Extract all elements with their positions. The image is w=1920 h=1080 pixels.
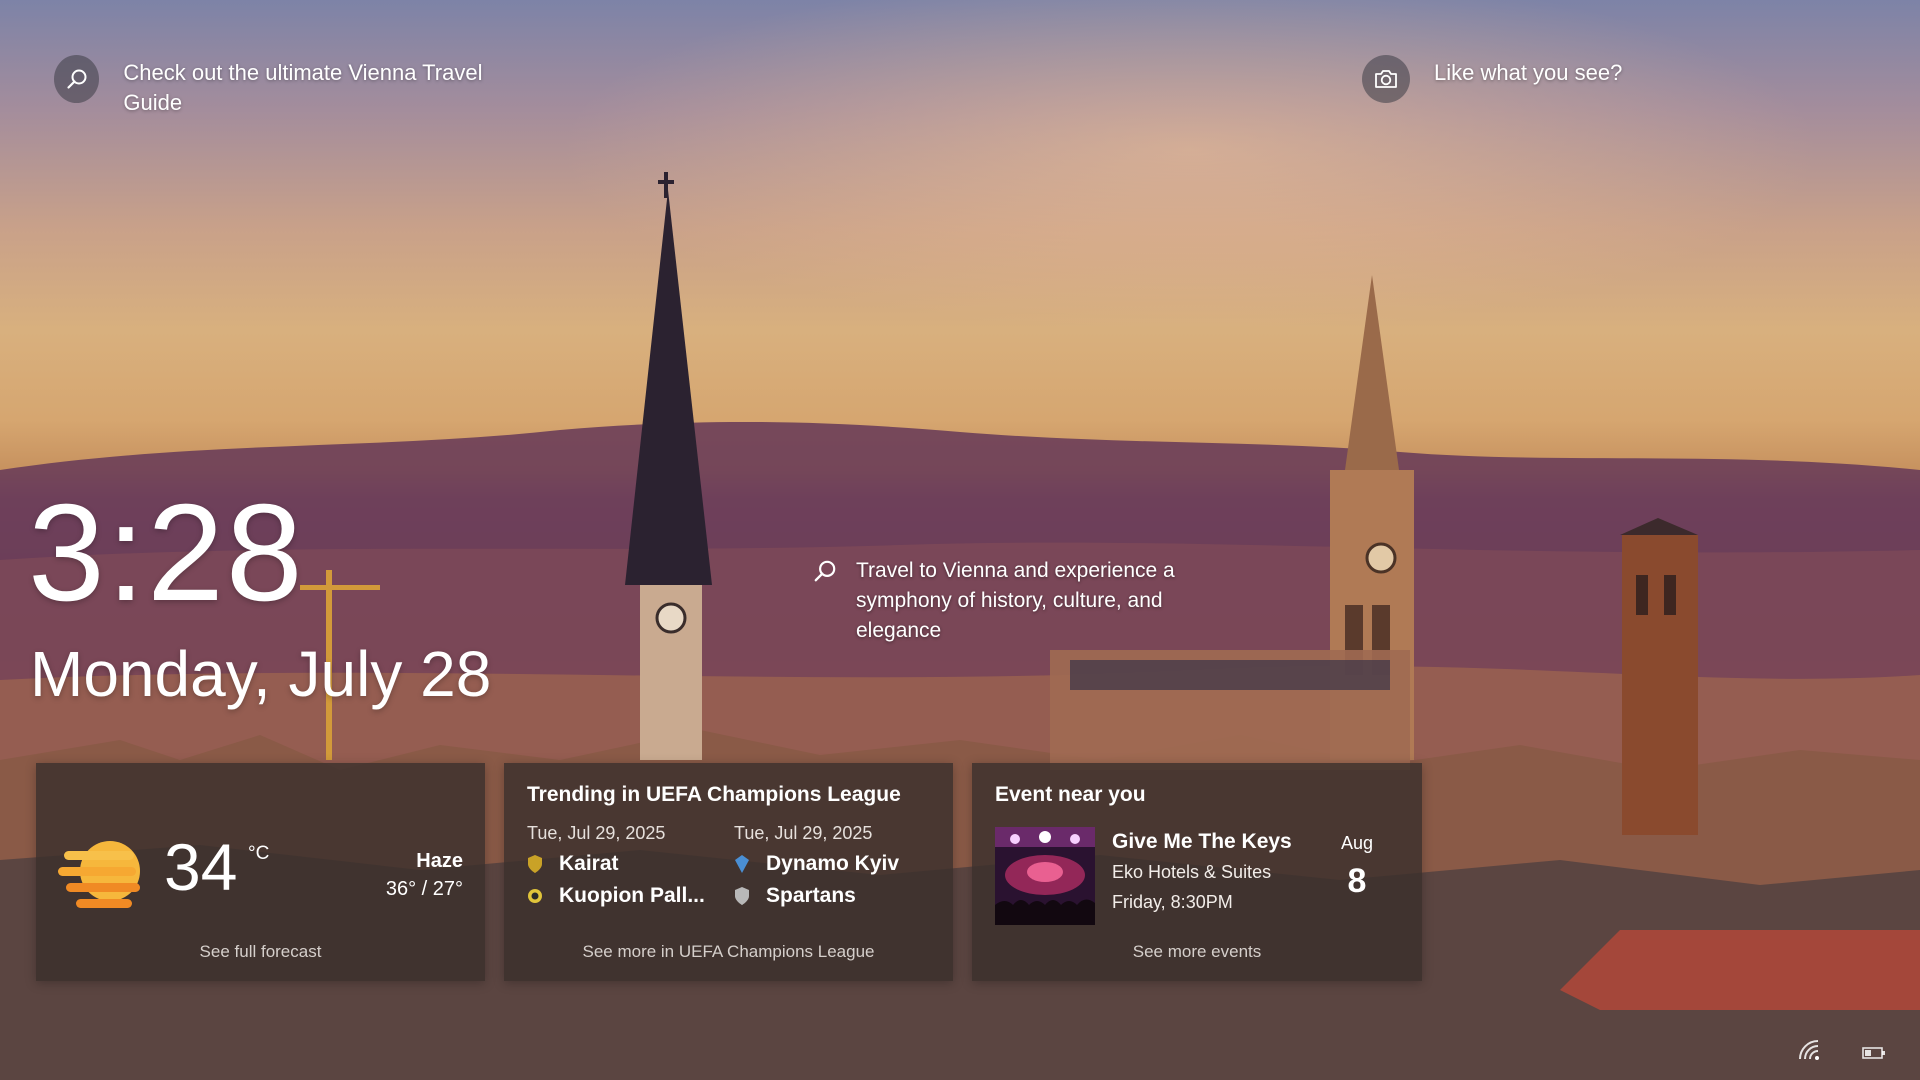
event-thumbnail[interactable]	[995, 827, 1095, 925]
haze-sun-icon	[58, 829, 152, 922]
network-icon[interactable]	[1798, 1039, 1824, 1066]
see-more-league-link[interactable]: See more in UEFA Champions League	[504, 942, 953, 962]
like-what-you-see-button[interactable]: Like what you see?	[1362, 55, 1622, 103]
spotlight-headline[interactable]: Check out the ultimate Vienna Travel Gui…	[123, 58, 524, 118]
temperature-value: 34	[164, 830, 238, 904]
team-crest-icon	[735, 887, 749, 905]
hotspot-text[interactable]: Travel to Vienna and experience a sympho…	[856, 556, 1202, 646]
team-row: Spartans	[734, 884, 934, 908]
team-name: Spartans	[766, 884, 856, 907]
event-time: Friday, 8:30PM	[1112, 892, 1233, 912]
see-full-forecast-link[interactable]: See full forecast	[36, 942, 485, 962]
like-prompt-label[interactable]: Like what you see?	[1434, 58, 1622, 88]
team-row: Kairat	[527, 852, 727, 876]
lockscreen-date: Monday, July 28	[30, 638, 492, 710]
event-date-badge: Aug 8	[1332, 833, 1382, 901]
lockscreen-clock: 3:28	[28, 476, 305, 630]
match-date: Tue, Jul 29, 2025	[734, 823, 873, 843]
weather-condition: Haze 36° / 27°	[386, 847, 463, 903]
condition-label: Haze	[416, 850, 463, 872]
team-name: Kairat	[559, 852, 619, 875]
weather-card[interactable]: 34 °C Haze 36° / 27° See full forecast	[36, 763, 485, 981]
team-name: Kuopion Pall...	[559, 884, 705, 907]
sports-card[interactable]: Trending in UEFA Champions League Tue, J…	[504, 763, 953, 981]
event-month: Aug	[1340, 833, 1374, 853]
temperature-unit: °C	[248, 843, 270, 864]
match-date: Tue, Jul 29, 2025	[527, 823, 666, 843]
match-item[interactable]: Tue, Jul 29, 2025 Dynamo Kyiv Spartans	[734, 823, 934, 908]
sports-card-title: Trending in UEFA Champions League	[527, 783, 901, 806]
team-crest-icon	[528, 889, 542, 903]
event-name[interactable]: Give Me The Keys	[1112, 827, 1292, 857]
high-low-temps: 36° / 27°	[385, 878, 463, 900]
team-row: Dynamo Kyiv	[734, 852, 934, 876]
team-name: Dynamo Kyiv	[766, 852, 900, 875]
search-icon[interactable]	[812, 558, 838, 584]
event-card[interactable]: Event near you Give Me The Keys Eko Hote…	[972, 763, 1422, 981]
event-card-title: Event near you	[995, 783, 1146, 806]
event-venue: Eko Hotels & Suites	[1112, 862, 1272, 882]
team-row: Kuopion Pall...	[527, 884, 727, 908]
camera-icon[interactable]	[1362, 55, 1410, 103]
spotlight-info-link[interactable]: Check out the ultimate Vienna Travel Gui…	[54, 55, 524, 118]
search-icon[interactable]	[54, 55, 100, 103]
event-day: 8	[1347, 862, 1367, 900]
team-crest-icon	[528, 855, 542, 873]
event-info: Give Me The Keys Eko Hotels & Suites Fri…	[1112, 827, 1292, 917]
battery-icon[interactable]	[1862, 1045, 1886, 1066]
team-crest-icon	[735, 855, 749, 873]
match-item[interactable]: Tue, Jul 29, 2025 Kairat Kuopion Pall...	[527, 823, 727, 908]
see-more-events-link[interactable]: See more events	[972, 942, 1422, 962]
image-hotspot-hint[interactable]: Travel to Vienna and experience a sympho…	[812, 556, 1202, 646]
